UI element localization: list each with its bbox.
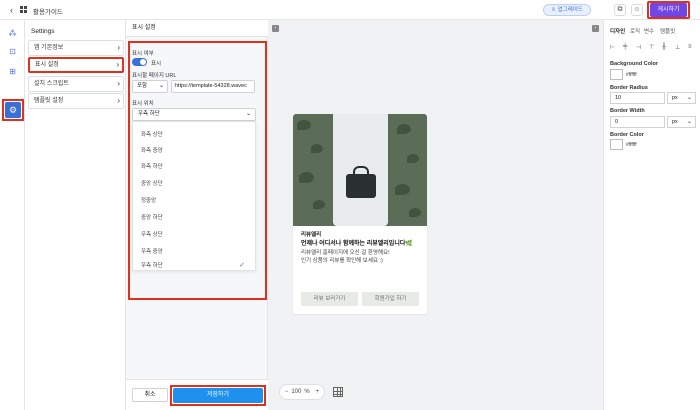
position-value: 우측 하단	[138, 111, 160, 117]
distribute-icon[interactable]: ≡	[688, 44, 692, 50]
check-icon: ✓	[239, 262, 245, 269]
bg-color-value: #ffffff	[626, 72, 637, 78]
radius-input[interactable]: 10	[610, 92, 665, 104]
option-label: 우측 하단	[141, 263, 163, 269]
icon-rail: ⁂ ⊡ ⊞ ⚙	[0, 20, 25, 410]
url-match-value: 포함	[137, 83, 148, 89]
zoom-out-button[interactable]: −	[285, 389, 289, 395]
cancel-button[interactable]: 취소	[132, 388, 168, 402]
zoom-control: −100% +	[279, 384, 325, 400]
preview-canvas: ‹ › 리뷰엘리 언제나 어디서나 함께하는 리뷰엘리입니다🌿 리뷰엘리 홈페이…	[268, 20, 603, 410]
page-title: 활용가이드	[33, 9, 63, 16]
top-bar: ‹ 활용가이드 ♕ 업그레이드 ⧉ ☺ 게시하기	[0, 0, 700, 20]
align-top-icon[interactable]: ⊤	[649, 44, 654, 51]
url-match-select[interactable]: 포함 ⌄	[132, 80, 168, 93]
collapse-left-icon[interactable]: ‹	[272, 25, 279, 32]
position-select[interactable]: 우측 하단 ⌄	[132, 108, 256, 121]
position-dropdown: 좌측 상단 좌측 중앙 좌측 하단 중앙 상단 정중앙 중앙 하단 우측 상단 …	[132, 121, 256, 271]
dropdown-option-selected[interactable]: 우측 하단 ✓	[133, 257, 255, 275]
preview-icon[interactable]: ⧉	[614, 4, 626, 16]
page-url-input[interactable]: https://template-54328.wavec	[171, 80, 255, 93]
radius-unit-value: px	[672, 95, 678, 101]
tab-logic[interactable]: 로직	[630, 27, 640, 35]
table-icon[interactable]: ⊞	[4, 64, 21, 79]
upgrade-button[interactable]: ♕ 업그레이드	[543, 4, 591, 16]
visible-toggle[interactable]	[132, 58, 147, 66]
save-button[interactable]: 저장하기	[173, 388, 263, 403]
border-width-input[interactable]: 0	[610, 116, 665, 128]
radius-unit-select[interactable]: px ⌄	[667, 92, 696, 104]
gear-icon[interactable]: ⚙	[5, 102, 21, 118]
chevron-down-icon: ⌄	[158, 83, 164, 89]
settings-item-label: 표시 설정	[35, 62, 59, 68]
settings-item-install-script[interactable]: 설치 스크립트 ›	[28, 76, 124, 92]
collapse-right-icon[interactable]: ›	[592, 25, 599, 32]
chevron-right-icon: ›	[116, 60, 119, 69]
grid-icon[interactable]	[20, 6, 27, 13]
zoom-value: 100	[291, 389, 302, 395]
bg-color-label: Background Color	[610, 61, 658, 67]
dropdown-option[interactable]: 중앙 하단	[133, 209, 255, 227]
dropdown-option[interactable]: 중앙 상단	[133, 175, 255, 193]
radius-label: Border Radius	[610, 85, 648, 91]
border-width-label: Border Width	[610, 108, 645, 114]
chevron-down-icon: ⌄	[686, 95, 692, 101]
border-color-label: Border Color	[610, 132, 644, 138]
alignment-toolbar: ⊢ ╪ ⊣ ⊤ ╫ ⊥ ≡	[610, 44, 696, 54]
product-photo	[293, 114, 427, 226]
chevron-down-icon: ⌄	[686, 119, 692, 125]
page-url-label: 표시할 페이지 URL	[132, 73, 177, 79]
panel-title: 표시 설정	[126, 20, 268, 37]
tab-variables[interactable]: 변수	[644, 27, 654, 35]
brand-name: 리뷰엘리	[301, 232, 322, 238]
settings-item-template[interactable]: 템플릿 설정 ›	[28, 93, 124, 109]
border-color-value: #ffffff	[626, 142, 637, 148]
chevron-right-icon: ›	[117, 96, 120, 105]
settings-item-label: 설치 스크립트	[34, 81, 69, 87]
component-icon[interactable]: ⊡	[4, 44, 21, 59]
display-settings-panel: 표시 설정 표시 여부 표시 표시할 페이지 URL 포함 ⌄ https://…	[126, 20, 268, 410]
bg-color-swatch[interactable]	[610, 69, 623, 80]
grid-toggle-icon[interactable]	[333, 387, 343, 397]
visible-label: 표시 여부	[132, 51, 154, 57]
tab-template[interactable]: 템플릿	[660, 27, 675, 35]
design-panel: 디자인 로직 변수 템플릿 ⊢ ╪ ⊣ ⊤ ╫ ⊥ ≡ Background C…	[603, 20, 700, 410]
settings-nav: Settings 앱 기본정보 › 표시 설정 › 설치 스크립트 › 템플릿 …	[25, 20, 126, 410]
chevron-right-icon: ›	[117, 43, 120, 52]
border-width-unit-value: px	[672, 119, 678, 125]
settings-item-label: 앱 기본정보	[34, 45, 64, 51]
user-icon[interactable]: ☺	[631, 4, 643, 16]
settings-item-basic-info[interactable]: 앱 기본정보 ›	[28, 40, 124, 56]
preview-line: 인기 상품의 리뷰를 확인해 보세요 :)	[301, 258, 383, 264]
tab-design[interactable]: 디자인	[610, 27, 625, 35]
position-label: 표시 위치	[132, 101, 154, 107]
publish-button[interactable]: 게시하기	[650, 3, 687, 17]
settings-item-display[interactable]: 표시 설정 ›	[28, 57, 124, 73]
chevron-left-icon[interactable]: ‹	[10, 5, 13, 15]
chevron-down-icon: ⌄	[245, 111, 251, 117]
preview-headline: 언제나 어디서나 함께하는 리뷰엘리입니다🌿	[301, 241, 413, 247]
toggle-text: 표시	[151, 61, 162, 67]
dropdown-option[interactable]: 정중앙	[133, 192, 255, 210]
popup-preview-card: 리뷰엘리 언제나 어디서나 함께하는 리뷰엘리입니다🌿 리뷰엘리 홈페이지에 오…	[293, 114, 427, 314]
border-color-swatch[interactable]	[610, 139, 623, 150]
settings-title: Settings	[31, 28, 55, 35]
align-bottom-icon[interactable]: ⊥	[675, 44, 680, 51]
align-left-icon[interactable]: ⊢	[610, 44, 615, 51]
zoom-unit: %	[304, 389, 310, 395]
layout-icon[interactable]: ⁂	[4, 26, 21, 41]
preview-line: 리뷰엘리 홈페이지에 오신 걸 환영해요!	[301, 250, 390, 256]
view-reviews-button[interactable]: 리뷰 보러가기	[301, 292, 358, 306]
border-width-unit-select[interactable]: px ⌄	[667, 116, 696, 128]
dropdown-option[interactable]: 좌측 하단	[133, 158, 255, 176]
align-center-icon[interactable]: ╪	[623, 44, 627, 50]
panel-footer: 취소 저장하기	[126, 379, 268, 410]
signup-button[interactable]: 회원가입 하기	[362, 292, 419, 306]
align-right-icon[interactable]: ⊣	[636, 44, 641, 51]
align-middle-icon[interactable]: ╫	[662, 44, 666, 50]
zoom-in-button[interactable]: +	[316, 389, 320, 395]
chevron-right-icon: ›	[117, 79, 120, 88]
settings-item-label: 템플릿 설정	[34, 98, 64, 104]
dropdown-option[interactable]: 우측 상단	[133, 226, 255, 244]
